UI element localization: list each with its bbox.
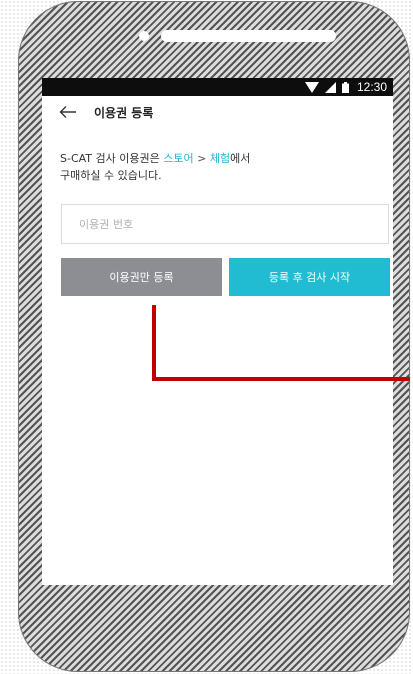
info-text-suffix: 에서 [230,152,251,165]
signal-icon [324,81,336,93]
register-only-button[interactable]: 이용권만 등록 [61,258,222,296]
breadcrumb-separator: > [193,152,210,165]
store-link[interactable]: 스토어 [163,152,193,165]
annotation-line-horizontal [152,377,410,381]
trial-link[interactable]: 체험 [210,152,230,165]
info-text-prefix: S-CAT 검사 이용권은 [60,152,164,165]
phone-screen: 12:30 이용권 등록 S-CAT 검사 이용권은 스토어 > 체험에서 구매… [42,78,393,585]
register-and-start-button[interactable]: 등록 후 검사 시작 [229,258,390,296]
page-title: 이용권 등록 [94,106,154,120]
purchase-info-text: S-CAT 검사 이용권은 스토어 > 체험에서 구매하실 수 있습니다. [60,150,380,184]
voucher-number-input[interactable] [61,204,389,244]
wifi-icon [304,81,319,93]
earpiece-speaker [161,30,336,42]
annotation-line-vertical [152,305,156,380]
front-camera [139,31,149,41]
status-time: 12:30 [356,80,387,94]
status-icons: 12:30 [304,78,387,96]
arrow-left-icon[interactable] [58,104,78,120]
battery-icon [341,81,349,93]
app-bar: 이용권 등록 [42,96,393,128]
status-bar: 12:30 [42,78,393,96]
info-text-line2: 구매하실 수 있습니다. [60,169,162,182]
